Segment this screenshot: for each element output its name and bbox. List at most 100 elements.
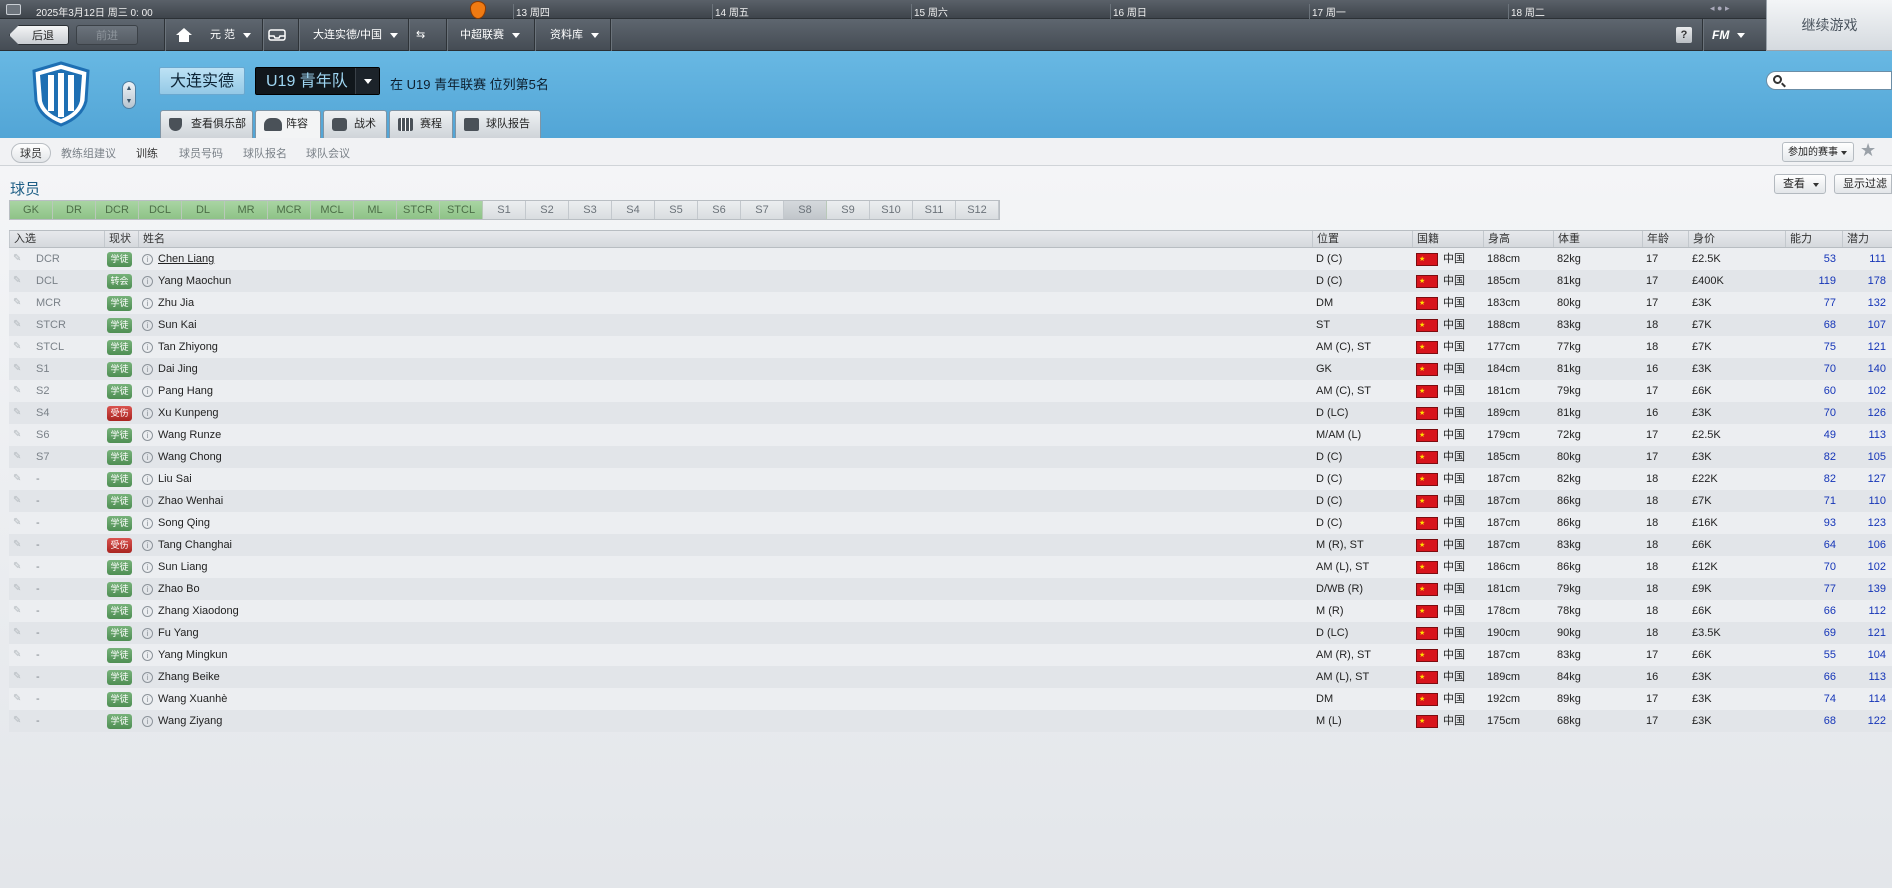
selection-cell[interactable]: ✎ STCL [9, 336, 104, 358]
column-header-position[interactable]: 位置 [1312, 231, 1412, 247]
column-header-ability[interactable]: 能力 [1785, 231, 1842, 247]
player-nationality[interactable]: 中国 [1443, 446, 1465, 468]
pencil-icon[interactable]: ✎ [13, 380, 21, 402]
player-nationality[interactable]: 中国 [1443, 710, 1465, 732]
position-filter-mcl[interactable]: MCL [311, 201, 354, 219]
player-name[interactable]: Zhang Beike [158, 666, 220, 688]
subnav-staff-advice[interactable]: 教练组建议 [61, 145, 116, 161]
subnav-team-meeting[interactable]: 球队会议 [306, 145, 350, 161]
pencil-icon[interactable]: ✎ [13, 578, 21, 600]
forward-button[interactable]: 前进 [76, 25, 138, 45]
position-filter-s3[interactable]: S3 [569, 201, 612, 219]
pencil-icon[interactable]: ✎ [13, 358, 21, 380]
column-header-name[interactable]: 姓名 [138, 231, 1322, 247]
inbox-icon[interactable] [268, 19, 286, 51]
pencil-icon[interactable]: ✎ [13, 600, 21, 622]
info-icon[interactable]: i [142, 254, 153, 265]
position-filter-s7[interactable]: S7 [741, 201, 784, 219]
player-name[interactable]: Zhang Xiaodong [158, 600, 239, 622]
table-row[interactable]: ✎-学徒iWang ZiyangM (L)中国175cm68kg17£3K681… [9, 710, 1892, 733]
position-filter-dcr[interactable]: DCR [96, 201, 139, 219]
calendar-day[interactable]: 14 周五 [712, 4, 749, 19]
position-filter-dr[interactable]: DR [53, 201, 96, 219]
calendar-scrubber[interactable]: ◂ ● ▸ [1710, 3, 1760, 15]
selection-cell[interactable]: ✎ S2 [9, 380, 104, 402]
pencil-icon[interactable]: ✎ [13, 402, 21, 424]
table-row[interactable]: ✎-学徒iZhang BeikeAM (L), ST中国189cm84kg16£… [9, 666, 1892, 689]
help-button[interactable]: ? [1676, 27, 1692, 43]
subnav-registration[interactable]: 球队报名 [243, 145, 287, 161]
tab-fixtures[interactable]: 赛程 [389, 110, 453, 138]
pencil-icon[interactable]: ✎ [13, 292, 21, 314]
table-row[interactable]: ✎ S6 学徒 i Wang Runze M/AM (L) 中国 179cm 72kg 17 £2.… [9, 424, 1892, 447]
info-icon[interactable]: i [142, 364, 153, 375]
player-nationality[interactable]: 中国 [1443, 314, 1465, 336]
player-nationality[interactable]: 中国 [1443, 556, 1465, 578]
selection-cell[interactable]: ✎ - [9, 710, 104, 732]
pencil-icon[interactable]: ✎ [13, 666, 21, 688]
player-name[interactable]: Tan Zhiyong [158, 336, 218, 358]
selection-cell[interactable]: ✎ S1 [9, 358, 104, 380]
player-nationality[interactable]: 中国 [1443, 270, 1465, 292]
player-nationality[interactable]: 中国 [1443, 578, 1465, 600]
table-row[interactable]: ✎ S7 学徒 i Wang Chong D (C) 中国 185cm 80kg 17 £3K 82 1… [9, 446, 1892, 469]
player-nationality[interactable]: 中国 [1443, 468, 1465, 490]
player-name[interactable]: Liu Sai [158, 468, 192, 490]
position-filter-mcr[interactable]: MCR [268, 201, 311, 219]
league-menu[interactable]: 中超联赛 [460, 19, 520, 51]
player-name[interactable]: Yang Maochun [158, 270, 231, 292]
pencil-icon[interactable]: ✎ [13, 556, 21, 578]
info-icon[interactable]: i [142, 342, 153, 353]
player-nationality[interactable]: 中国 [1443, 424, 1465, 446]
selection-cell[interactable]: ✎ - [9, 556, 104, 578]
player-name[interactable]: Fu Yang [158, 622, 199, 644]
position-filter-s2[interactable]: S2 [526, 201, 569, 219]
chevron-down-icon[interactable]: ▼ [123, 95, 135, 108]
table-row[interactable]: ✎ MCR 学徒 i Zhu Jia DM 中国 183cm 80kg 17 £3K 77 132 [9, 292, 1892, 315]
tab-club-overview[interactable]: 查看俱乐部 [160, 110, 253, 138]
swap-icon[interactable]: ⇆ [416, 19, 425, 51]
info-icon[interactable]: i [142, 452, 153, 463]
player-nationality[interactable]: 中国 [1443, 490, 1465, 512]
star-icon[interactable]: ★ [1860, 140, 1876, 161]
calendar-day[interactable]: 15 周六 [911, 4, 948, 19]
player-nationality[interactable]: 中国 [1443, 534, 1465, 556]
player-nationality[interactable]: 中国 [1443, 666, 1465, 688]
info-icon[interactable]: i [142, 540, 153, 551]
pencil-icon[interactable]: ✎ [13, 644, 21, 666]
player-name[interactable]: Wang Ziyang [158, 710, 222, 732]
squad-select[interactable]: U19 青年队 [255, 67, 380, 95]
player-nationality[interactable]: 中国 [1443, 688, 1465, 710]
show-filter-button[interactable]: 显示过滤 [1834, 174, 1892, 194]
pencil-icon[interactable]: ✎ [13, 688, 21, 710]
info-icon[interactable]: i [142, 518, 153, 529]
pencil-icon[interactable]: ✎ [13, 248, 21, 270]
position-filter-s6[interactable]: S6 [698, 201, 741, 219]
player-name[interactable]: Xu Kunpeng [158, 402, 219, 424]
player-name[interactable]: Dai Jing [158, 358, 198, 380]
player-nationality[interactable]: 中国 [1443, 358, 1465, 380]
player-name[interactable]: Wang Chong [158, 446, 222, 468]
table-row[interactable]: ✎-学徒iFu YangD (LC)中国190cm90kg18£3.5K6912… [9, 622, 1892, 645]
selection-cell[interactable]: ✎ MCR [9, 292, 104, 314]
club-name-button[interactable]: 大连实德 [159, 67, 245, 95]
position-filter-s11[interactable]: S11 [913, 201, 956, 219]
table-row[interactable]: ✎-学徒iSong QingD (C)中国187cm86kg18£16K9312… [9, 512, 1892, 535]
database-menu[interactable]: 资料库 [550, 19, 599, 51]
pencil-icon[interactable]: ✎ [13, 424, 21, 446]
info-icon[interactable]: i [142, 672, 153, 683]
player-name[interactable]: Song Qing [158, 512, 210, 534]
home-icon[interactable] [176, 19, 192, 51]
selection-cell[interactable]: ✎ STCR [9, 314, 104, 336]
info-icon[interactable]: i [142, 496, 153, 507]
search-input[interactable] [1766, 71, 1892, 90]
chevron-up-icon[interactable]: ▲ [123, 82, 135, 95]
info-icon[interactable]: i [142, 606, 153, 617]
column-header-selection[interactable]: 入选 [9, 231, 104, 247]
calendar-day[interactable]: 16 周日 [1110, 4, 1147, 19]
club-crest-icon[interactable] [28, 61, 94, 127]
team-stepper[interactable]: ▲ ▼ [122, 81, 136, 109]
player-nationality[interactable]: 中国 [1443, 600, 1465, 622]
view-button[interactable]: 查看 [1774, 174, 1826, 194]
pencil-icon[interactable]: ✎ [13, 622, 21, 644]
